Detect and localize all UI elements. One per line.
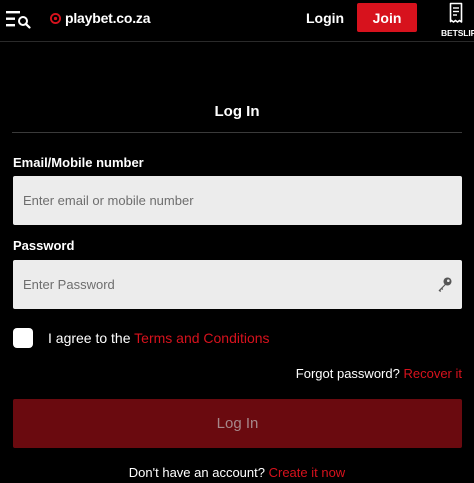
signup-row: Don't have an account? Create it now bbox=[0, 465, 474, 481]
key-icon[interactable] bbox=[437, 276, 453, 292]
forgot-password-row: Forgot password? Recover it bbox=[296, 366, 462, 382]
betslip-button[interactable]: BETSLIP bbox=[438, 0, 474, 40]
password-input[interactable] bbox=[13, 260, 462, 309]
login-submit-button[interactable]: Log In bbox=[13, 399, 462, 448]
email-label: Email/Mobile number bbox=[13, 155, 144, 170]
signup-text: Don't have an account? bbox=[128, 465, 265, 480]
join-button[interactable]: Join bbox=[357, 3, 417, 32]
top-header: playbet.co.za Login Join BETSLIP bbox=[0, 0, 474, 42]
email-input[interactable] bbox=[13, 176, 462, 225]
betslip-label: BETSLIP bbox=[441, 28, 474, 38]
site-logo[interactable]: playbet.co.za bbox=[50, 9, 151, 27]
logo-mark-icon bbox=[50, 12, 61, 24]
agree-prefix: I agree to the bbox=[48, 330, 131, 346]
logo-text: playbet.co.za bbox=[65, 10, 151, 26]
title-divider bbox=[12, 132, 462, 133]
betslip-ticket-icon bbox=[449, 2, 463, 23]
terms-agreement: I agree to the Terms and Conditions bbox=[48, 329, 270, 347]
recover-link[interactable]: Recover it bbox=[403, 366, 462, 381]
terms-checkbox[interactable] bbox=[13, 328, 33, 348]
page-title: Log In bbox=[214, 103, 260, 120]
menu-search-icon[interactable] bbox=[6, 9, 32, 29]
create-account-link[interactable]: Create it now bbox=[269, 465, 346, 480]
forgot-text: Forgot password? bbox=[295, 366, 400, 381]
header-login-link[interactable]: Login bbox=[306, 9, 344, 27]
password-label: Password bbox=[13, 238, 75, 253]
terms-link[interactable]: Terms and Conditions bbox=[134, 330, 269, 346]
